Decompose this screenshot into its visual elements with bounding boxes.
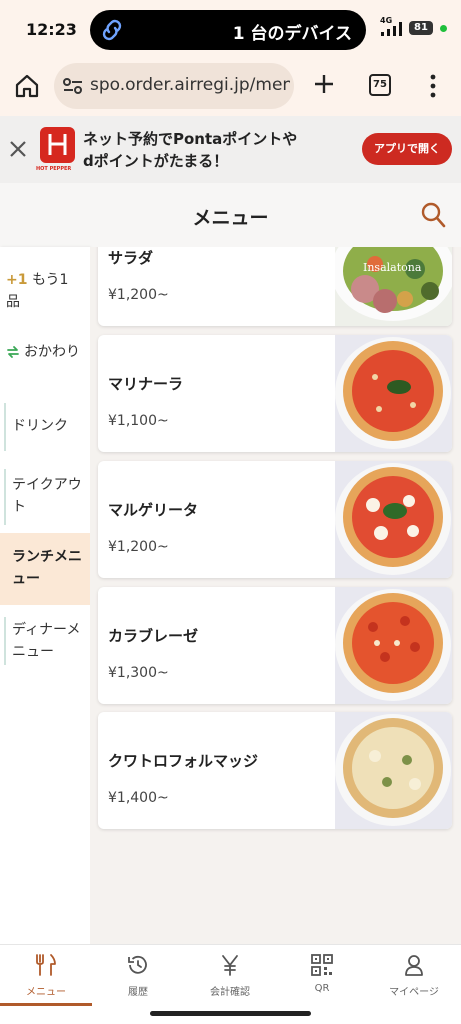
person-icon	[405, 955, 423, 976]
nav-label: 履歴	[128, 987, 148, 998]
island-device-text: 1 台のデバイス	[232, 24, 352, 44]
sidebar-item-label: ドリンク	[12, 418, 68, 434]
menu-item-price: ¥1,400~	[108, 790, 169, 806]
menu-item-name: サラダ	[108, 249, 154, 267]
sidebar-item-drink[interactable]: ドリンク	[0, 403, 90, 451]
page-header: メニュー	[0, 183, 461, 247]
sidebar-item-label: ランチメニュー	[12, 549, 82, 587]
link-icon	[102, 19, 122, 41]
menu-item-price: ¥1,200~	[108, 539, 169, 555]
nav-label: メニュー	[26, 987, 66, 998]
hotpepper-logo-text: HOT PEPPER	[36, 166, 72, 172]
hotpepper-logo	[40, 127, 75, 163]
menu-item-name: マルゲリータ	[108, 501, 199, 519]
search-icon[interactable]	[420, 201, 446, 229]
sidebar-item-add-one[interactable]: +1 もう1品	[0, 269, 90, 310]
sidebar-item-label: テイクアウト	[12, 477, 82, 515]
sidebar-item-lunch[interactable]: ランチメニュー	[0, 533, 90, 605]
refill-icon	[7, 346, 19, 358]
nav-label: マイページ	[389, 987, 439, 998]
menu-item-name: クワトロフォルマッジ	[108, 752, 259, 770]
sidebar-item-dinner[interactable]: ディナーメニュー	[0, 617, 90, 665]
pizza-margherita-icon	[335, 463, 451, 575]
menu-list: サラダ ¥1,200~ Insalatona マリナーラ ¥1,100~ マルゲ…	[90, 247, 461, 944]
status-bar: 12:23 1 台のデバイス 4G 81	[0, 0, 461, 58]
yen-icon	[222, 955, 238, 976]
open-app-button[interactable]: アプリで開く	[362, 133, 452, 165]
history-icon	[128, 955, 147, 974]
browser-toolbar: spo.order.airregi.jp/men 75	[0, 58, 461, 116]
sidebar-item-label: ディナーメニュー	[12, 622, 81, 660]
page-title: メニュー	[192, 207, 269, 229]
home-indicator[interactable]	[150, 1011, 311, 1016]
status-time: 12:23	[26, 20, 77, 39]
fork-knife-icon	[36, 954, 56, 976]
banner-message: ネット予約でPontaポイントや dポイントがたまる！	[83, 128, 333, 172]
pizza-marinara-icon	[335, 337, 451, 449]
nav-mypage[interactable]: マイページ	[368, 945, 460, 1007]
nav-label: QR	[314, 983, 330, 994]
menu-card-calabrese[interactable]: カラブレーゼ ¥1,300~	[98, 587, 452, 704]
sidebar-item-takeout[interactable]: テイクアウト	[0, 469, 90, 525]
marinara-image	[335, 335, 452, 452]
more-menu-icon[interactable]	[423, 73, 443, 99]
nav-active-underline	[0, 1003, 92, 1006]
nav-history[interactable]: 履歴	[92, 945, 184, 1007]
tab-switcher-button[interactable]: 75	[369, 74, 391, 96]
signal-bars-icon	[381, 22, 402, 36]
menu-item-price: ¥1,200~	[108, 287, 169, 303]
banner-line-1: ネット予約でPontaポイントや	[83, 130, 298, 148]
sidebar-divider	[4, 403, 6, 451]
menu-item-price: ¥1,100~	[108, 413, 169, 429]
nav-bill[interactable]: 会計確認	[184, 945, 276, 1007]
nav-label: 会計確認	[210, 987, 250, 998]
category-sidebar: +1 もう1品 おかわり ドリンク テイクアウト ランチメニュー ディナーメニュ…	[0, 247, 90, 944]
nav-qr[interactable]: QR	[276, 945, 368, 1007]
app-install-banner: HOT PEPPER ネット予約でPontaポイントや dポイントがたまる！ ア…	[0, 116, 461, 183]
salad-image: Insalatona	[331, 247, 452, 326]
privacy-dot	[440, 25, 447, 32]
calabrese-image	[335, 587, 452, 704]
dynamic-island: 1 台のデバイス	[90, 10, 366, 50]
home-icon[interactable]	[14, 73, 40, 99]
sidebar-item-label: おかわり	[24, 344, 80, 360]
salad-image-label: Insalatona	[363, 261, 422, 274]
new-tab-icon[interactable]	[312, 72, 336, 96]
nav-menu[interactable]: メニュー	[0, 945, 92, 1007]
menu-card-marinara[interactable]: マリナーラ ¥1,100~	[98, 335, 452, 452]
site-settings-icon[interactable]	[62, 76, 84, 96]
quattro-formaggi-image	[335, 712, 452, 829]
qr-icon	[311, 954, 333, 976]
pizza-calabrese-icon	[335, 589, 451, 701]
url-text[interactable]: spo.order.airregi.jp/men	[90, 75, 290, 95]
sidebar-item-refill[interactable]: おかわり	[0, 341, 90, 371]
plus-one-icon: +1	[6, 272, 28, 288]
menu-item-name: マリナーラ	[108, 375, 184, 393]
sidebar-divider	[4, 617, 6, 665]
menu-item-price: ¥1,300~	[108, 665, 169, 681]
menu-card-quattro-formaggi[interactable]: クワトロフォルマッジ ¥1,400~	[98, 712, 452, 829]
fork-knife-logo-icon	[48, 134, 67, 155]
menu-card-margherita[interactable]: マルゲリータ ¥1,200~	[98, 461, 452, 578]
battery-icon: 81	[409, 21, 433, 35]
banner-line-2: dポイントがたまる！	[83, 152, 229, 170]
menu-card-salad[interactable]: サラダ ¥1,200~ Insalatona	[98, 247, 452, 326]
close-icon[interactable]	[9, 140, 27, 158]
pizza-quattro-formaggi-icon	[335, 714, 451, 826]
salad-photo-icon	[331, 247, 452, 321]
url-bar[interactable]: spo.order.airregi.jp/men	[54, 63, 294, 109]
sidebar-divider	[4, 469, 6, 525]
menu-item-name: カラブレーゼ	[108, 627, 199, 645]
margherita-image	[335, 461, 452, 578]
